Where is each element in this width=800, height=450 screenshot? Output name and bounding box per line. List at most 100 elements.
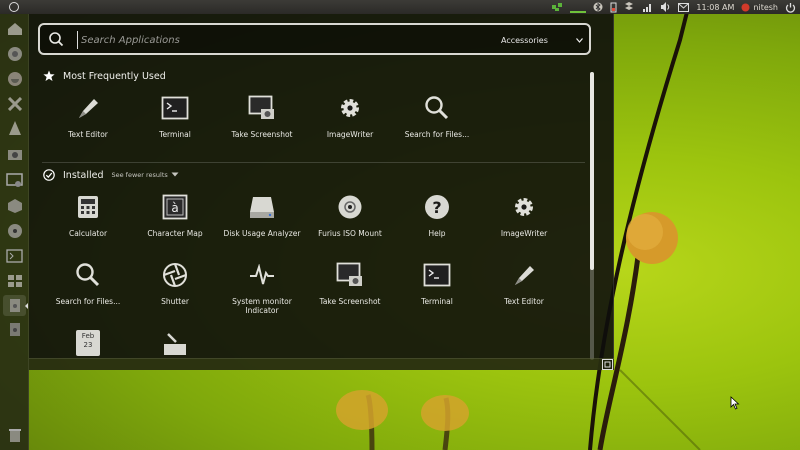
terminal-icon[interactable] (3, 245, 26, 266)
app-tile-terminal[interactable]: Terminal (130, 93, 220, 153)
app-tile-imagewriter-2[interactable]: ImageWriter (479, 192, 569, 252)
app-name: Calculator (68, 229, 108, 238)
chevron-down-icon (576, 37, 583, 43)
app-tile-take-screenshot[interactable]: Take Screenshot (217, 93, 307, 153)
dash-bottom-edge (29, 358, 614, 370)
app-tile-shutter[interactable]: Shutter (130, 260, 220, 320)
app-tile-search-for-files[interactable]: Search for Files... (392, 93, 482, 153)
section-title-frequent: Most Frequently Used (63, 70, 166, 82)
pen-icon (73, 93, 103, 123)
search-input[interactable] (77, 31, 457, 49)
app-tile-furius-iso-mount[interactable]: Furius ISO Mount (305, 192, 395, 252)
battery-icon[interactable] (610, 0, 617, 14)
scrollbar-thumb[interactable] (590, 72, 594, 270)
app-name: Terminal (421, 297, 453, 306)
see-fewer-label: See fewer results (111, 171, 168, 179)
app-tile-take-screenshot-2[interactable]: Take Screenshot (305, 260, 395, 320)
calendar-day: 23 (83, 341, 93, 349)
app-tile-text-editor-2[interactable]: Text Editor (479, 260, 569, 320)
workspaces-icon[interactable] (3, 270, 26, 291)
volume-icon[interactable] (660, 0, 671, 14)
section-header-frequent[interactable]: Most Frequently Used (43, 70, 166, 82)
camera-icon[interactable] (3, 143, 26, 164)
user-status-icon (741, 3, 750, 11)
category-filter[interactable]: Accessories (495, 32, 585, 48)
chevron-down-icon (171, 172, 179, 177)
session-icon[interactable] (785, 0, 796, 14)
resize-handle-icon[interactable] (602, 359, 613, 370)
app-tile-imagewriter[interactable]: ImageWriter (305, 93, 395, 153)
app-name: Take Screenshot (231, 130, 293, 139)
file-icon-2[interactable] (3, 319, 26, 340)
screenshot-icon[interactable] (3, 170, 26, 191)
top-panel: 11:08 AM nitesh (0, 0, 800, 14)
app-tile-help[interactable]: ? Help (392, 192, 482, 252)
app-tile-character-map[interactable]: à Character Map (130, 192, 220, 252)
network-icon[interactable] (551, 0, 563, 14)
furius-icon[interactable] (3, 220, 26, 241)
app-name: Search for Files... (404, 130, 470, 139)
cd-icon (335, 192, 365, 222)
star-icon (43, 70, 55, 81)
checkmark-circle-icon (43, 169, 55, 181)
charmap-icon: à (160, 192, 190, 222)
shutter-icon (160, 260, 190, 290)
section-header-installed[interactable]: Installed See fewer results (43, 169, 179, 181)
app-name: Shutter (161, 297, 189, 306)
search-icon (48, 31, 64, 51)
pulse-icon (247, 260, 277, 290)
firefox-icon[interactable] (3, 68, 26, 89)
dash-overlay: Accessories Most Frequently Used Text Ed… (29, 14, 614, 370)
calculator-icon (73, 192, 103, 222)
app-name: Search for Files... (55, 297, 121, 306)
pen-icon (509, 260, 539, 290)
app-name: Terminal (159, 130, 191, 139)
app-name: Help (428, 229, 446, 238)
dash-home-icon[interactable] (3, 18, 26, 39)
clock[interactable]: 11:08 AM (696, 0, 734, 14)
wifi-icon[interactable] (642, 0, 653, 14)
app-tile-terminal-2[interactable]: Terminal (392, 260, 482, 320)
magnifier-icon (73, 260, 103, 290)
file-icon[interactable] (3, 295, 26, 316)
bluetooth-icon[interactable] (593, 0, 603, 14)
app-tile-disk-usage-analyzer[interactable]: Disk Usage Analyzer (217, 192, 307, 252)
app-tile-calendar[interactable]: Feb 23 (43, 328, 133, 356)
app-tile-system-monitor-indicator[interactable]: System monitor Indicator (217, 260, 307, 320)
ubuntu-logo-icon[interactable] (9, 2, 19, 12)
disk-icon (247, 192, 277, 222)
app-tile-box[interactable] (130, 328, 220, 356)
svg-text:à: à (171, 201, 178, 215)
app-tile-text-editor[interactable]: Text Editor (43, 93, 133, 153)
mouse-cursor-icon (730, 396, 740, 410)
app-tile-search-for-files-2[interactable]: Search for Files... (43, 260, 133, 320)
app-name: ImageWriter (326, 130, 374, 139)
section-title-installed: Installed (63, 169, 104, 181)
xampp-icon[interactable] (3, 93, 26, 114)
active-pip (25, 303, 28, 309)
category-filter-label: Accessories (501, 35, 548, 45)
chrome-icon[interactable] (3, 43, 26, 64)
terminal-icon (422, 260, 452, 290)
app-name: ImageWriter (500, 229, 548, 238)
progress-indicator (570, 11, 587, 13)
terminal-icon (160, 93, 190, 123)
vlc-icon[interactable] (3, 118, 26, 139)
dropbox-icon[interactable] (624, 0, 635, 14)
trash-icon[interactable] (3, 424, 26, 445)
package-icon[interactable] (3, 195, 26, 216)
see-fewer-results-link[interactable]: See fewer results (111, 171, 179, 179)
box-icon (160, 328, 190, 356)
search-box[interactable]: Accessories (38, 23, 591, 55)
scrollbar[interactable] (590, 72, 594, 360)
calendar-icon: Feb 23 (73, 328, 103, 356)
app-name: Text Editor (504, 297, 544, 306)
screenshot-icon (335, 260, 365, 290)
screenshot-icon (247, 93, 277, 123)
mail-icon[interactable] (678, 0, 690, 14)
app-name: Take Screenshot (319, 297, 381, 306)
help-icon: ? (422, 192, 452, 222)
user-indicator[interactable]: nitesh (741, 0, 778, 14)
gear-icon (509, 192, 539, 222)
app-tile-calculator[interactable]: Calculator (43, 192, 133, 252)
